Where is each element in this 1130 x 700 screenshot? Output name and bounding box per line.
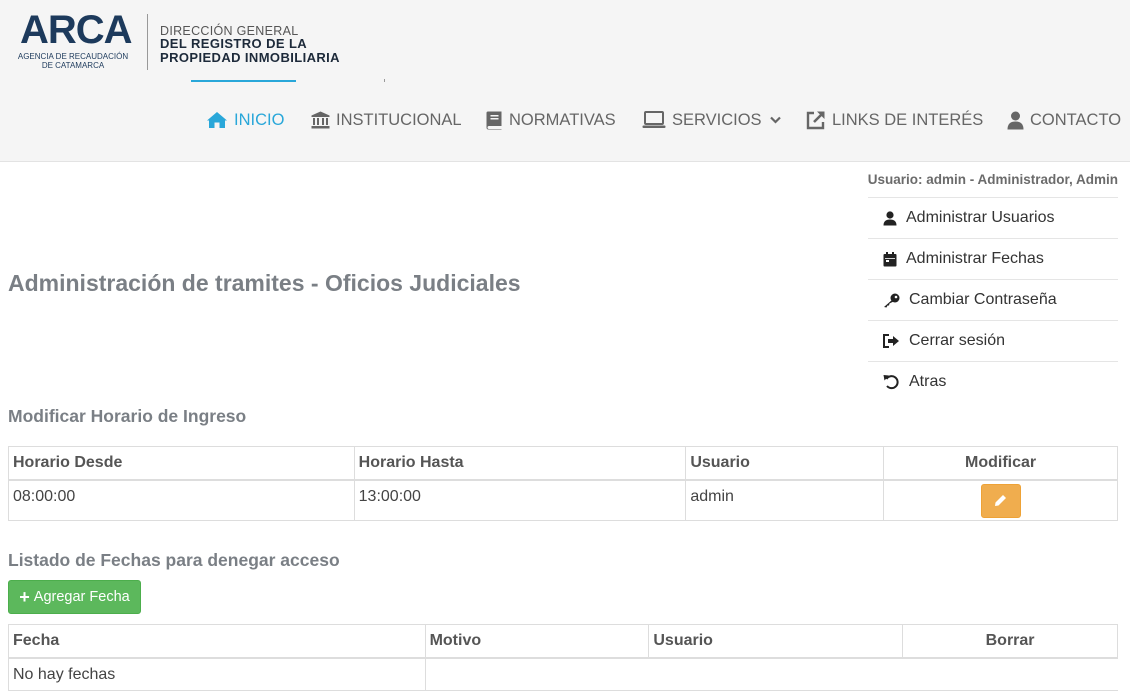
book-icon	[486, 111, 502, 129]
menu-label: Cambiar Contraseña	[909, 291, 1057, 308]
edit-button[interactable]	[980, 483, 1021, 518]
cell-horario-hasta: 13:00:00	[353, 479, 687, 521]
cell-modificar	[883, 479, 1118, 521]
user-icon	[1007, 111, 1024, 129]
nav-servicios-label: SERVICIOS	[672, 110, 762, 129]
nav-separator-mark	[384, 79, 385, 82]
menu-label: Atras	[909, 373, 947, 390]
cell-horario-desde: 08:00:00	[8, 479, 355, 521]
col-horario-desde: Horario Desde	[8, 446, 355, 481]
empty-cell	[424, 657, 1119, 691]
logo-agency-name: AGENCIA DE RECAUDACIÓN DE CATAMARCA	[14, 52, 132, 70]
add-fecha-label: Agregar Fecha	[33, 589, 130, 605]
user-icon	[883, 210, 897, 225]
sign-out-icon	[883, 334, 899, 348]
laptop-icon	[642, 111, 666, 128]
pencil-icon	[995, 495, 1007, 506]
menu-atras[interactable]: Atras	[868, 361, 1118, 402]
institution-icon	[311, 111, 330, 129]
col-borrar: Borrar	[902, 624, 1118, 659]
nav-links-label: LINKS DE INTERÉS	[832, 110, 984, 129]
menu-administrar-usuarios[interactable]: Administrar Usuarios	[868, 197, 1118, 238]
nav-links-interes[interactable]: LINKS DE INTERÉS	[806, 104, 983, 136]
horario-section-title: Modificar Horario de Ingreso	[8, 406, 247, 426]
table-row: 08:00:00 13:00:00 admin	[8, 479, 1118, 521]
logo-registro-name: DEL REGISTRO DE LA PROPIEDAD INMOBILIARI…	[160, 37, 340, 65]
nav-inicio-label: INICIO	[234, 110, 285, 129]
nav-contacto[interactable]: CONTACTO	[1007, 104, 1121, 136]
nav-institucional-label: INSTITUCIONAL	[336, 110, 462, 129]
logo-reg-line-1: DEL REGISTRO DE LA	[160, 36, 308, 51]
col-motivo: Motivo	[424, 624, 650, 659]
page-title: Administración de tramites - Oficios Jud…	[8, 270, 521, 296]
nav-active-indicator	[191, 80, 296, 82]
nav-institucional[interactable]: INSTITUCIONAL	[311, 104, 462, 136]
fechas-table: Fecha Motivo Usuario Borrar No hay fecha…	[8, 624, 1119, 691]
calendar-icon	[883, 251, 897, 266]
menu-label: Administrar Usuarios	[906, 209, 1055, 226]
table-header-row: Fecha Motivo Usuario Borrar	[8, 624, 1118, 659]
col-usuario: Usuario	[685, 446, 885, 481]
nav-servicios[interactable]: SERVICIOS	[642, 104, 781, 136]
nav-contacto-label: CONTACTO	[1030, 110, 1122, 129]
external-link-icon	[806, 111, 825, 130]
empty-message: No hay fechas	[8, 657, 426, 691]
cell-usuario: admin	[685, 479, 885, 521]
menu-administrar-fechas[interactable]: Administrar Fechas	[868, 238, 1118, 279]
col-usuario: Usuario	[648, 624, 904, 659]
nav-inicio[interactable]: INICIO	[206, 104, 284, 136]
key-icon	[884, 293, 900, 307]
logo-reg-line-2: PROPIEDAD INMOBILIARIA	[160, 50, 340, 65]
logo-sub-line-1: AGENCIA DE RECAUDACIÓN	[17, 52, 129, 61]
logo-divider	[147, 14, 148, 70]
user-menu: Administrar Usuarios Administrar Fechas …	[868, 197, 1118, 402]
logo-sub-line-2: DE CATAMARCA	[41, 61, 105, 70]
menu-label: Administrar Fechas	[906, 250, 1044, 267]
main-nav: INICIO INSTITUCIONAL NORMATIVAS SERVICIO…	[0, 104, 1130, 136]
chevron-down-icon	[769, 116, 781, 124]
col-horario-hasta: Horario Hasta	[353, 446, 687, 481]
fechas-section-title: Listado de Fechas para denegar acceso	[8, 550, 340, 570]
table-row: No hay fechas	[8, 657, 1119, 691]
current-user-label: Usuario: admin - Administrador, Admin	[867, 172, 1118, 187]
menu-label: Cerrar sesión	[909, 332, 1006, 349]
site-header: ARCA AGENCIA DE RECAUDACIÓN DE CATAMARCA…	[0, 0, 1130, 162]
menu-cerrar-sesion[interactable]: Cerrar sesión	[868, 320, 1118, 361]
add-fecha-button[interactable]: + Agregar Fecha	[8, 580, 141, 614]
col-fecha: Fecha	[8, 624, 426, 659]
horario-table: Horario Desde Horario Hasta Usuario Modi…	[8, 446, 1118, 521]
table-header-row: Horario Desde Horario Hasta Usuario Modi…	[8, 446, 1118, 481]
undo-icon	[883, 375, 899, 390]
site-logo[interactable]: ARCA AGENCIA DE RECAUDACIÓN DE CATAMARCA…	[14, 8, 359, 76]
menu-cambiar-contrasena[interactable]: Cambiar Contraseña	[868, 279, 1118, 320]
plus-icon: +	[19, 587, 30, 607]
nav-normativas-label: NORMATIVAS	[509, 110, 616, 129]
logo-arca-text: ARCA	[20, 8, 133, 52]
home-icon	[207, 112, 227, 128]
nav-normativas[interactable]: NORMATIVAS	[486, 104, 616, 136]
col-modificar: Modificar	[883, 446, 1118, 481]
